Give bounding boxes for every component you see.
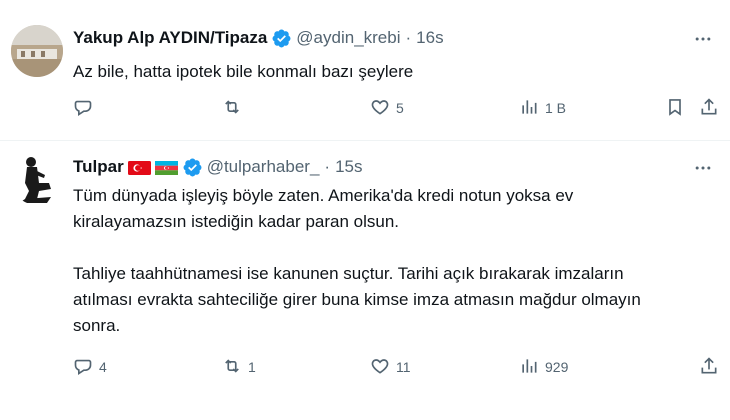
repost-icon [222,356,242,379]
heart-icon [370,97,390,120]
repost-count: 1 [248,359,256,375]
separator-dot: · [324,157,331,176]
author-handle[interactable]: @aydin_krebi [296,28,400,48]
reply-count: 4 [99,359,107,375]
views-chart-icon [519,356,539,379]
timestamp[interactable]: 15s [335,157,362,177]
avatar[interactable] [11,153,63,205]
tweet-header: Tulpar @tulparhaber_ · 15s [73,154,363,180]
views-button[interactable]: 1 B [519,95,566,121]
avatar-image [11,153,63,205]
separator-dot: · [405,28,412,47]
views-button[interactable]: 929 [519,354,568,380]
reply-button[interactable]: 4 [73,354,107,380]
timestamp[interactable]: 16s [416,28,443,48]
repost-icon [222,97,242,120]
repost-button[interactable] [222,95,248,121]
azerbaijan-flag-icon [154,160,178,175]
turkey-flag-icon [127,160,151,175]
share-button[interactable] [699,354,719,380]
tweet-card[interactable]: Yakup Alp AYDIN/Tipaza @aydin_krebi · 16… [0,0,730,141]
author-name[interactable]: Tulpar [73,157,124,177]
views-count: 929 [545,359,569,375]
share-icon [699,97,719,120]
tweet-card[interactable]: Tulpar @tulparhaber_ · 15s Tüm dünyada i… [0,141,730,420]
like-button[interactable]: 5 [370,95,404,121]
action-bar: 5 1 B [73,95,718,121]
more-options-icon[interactable] [690,155,716,181]
bookmark-icon [665,97,685,120]
tweet-text: Tüm dünyada işleyiş böyle zaten. Amerika… [73,186,641,335]
reply-button[interactable] [73,95,99,121]
like-count: 5 [396,100,404,116]
views-chart-icon [519,97,539,120]
reply-icon [73,97,93,120]
repost-button[interactable]: 1 [222,354,256,380]
bookmark-button[interactable] [665,95,685,121]
tweet-header: Yakup Alp AYDIN/Tipaza @aydin_krebi · 16… [73,25,444,51]
author-handle[interactable]: @tulparhaber_ [207,157,320,177]
views-count: 1 B [545,100,567,116]
author-name[interactable]: Yakup Alp AYDIN/Tipaza [73,28,267,48]
verified-badge-icon [271,28,292,49]
like-button[interactable]: 11 [370,354,411,380]
reply-icon [73,356,93,379]
heart-icon [370,356,390,379]
like-count: 11 [396,359,411,375]
share-icon [699,356,719,379]
avatar-image [11,25,63,77]
more-options-icon[interactable] [690,26,716,52]
avatar[interactable] [11,25,63,77]
action-bar: 4 1 11 929 [73,354,718,380]
verified-badge-icon [182,157,203,178]
share-button[interactable] [699,95,719,121]
tweet-text: Az bile, hatta ipotek bile konmalı bazı … [73,62,414,81]
